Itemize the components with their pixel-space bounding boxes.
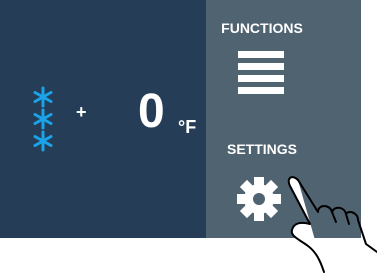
snowflake-icon [33,130,53,152]
gear-icon [237,177,281,221]
snowflake-stack-icon [30,86,56,152]
functions-button[interactable] [238,51,284,95]
snowflake-icon [33,108,53,130]
settings-button[interactable] [236,176,282,222]
settings-label: SETTINGS [226,141,297,157]
pointing-hand-icon [287,176,377,273]
temperature-unit: °F [178,117,197,137]
hamburger-menu-icon [238,51,284,58]
temperature-sign: + [76,102,87,122]
functions-label: FUNCTIONS [221,20,303,36]
snowflake-icon [33,86,53,108]
temperature-value: 0 [138,85,165,138]
